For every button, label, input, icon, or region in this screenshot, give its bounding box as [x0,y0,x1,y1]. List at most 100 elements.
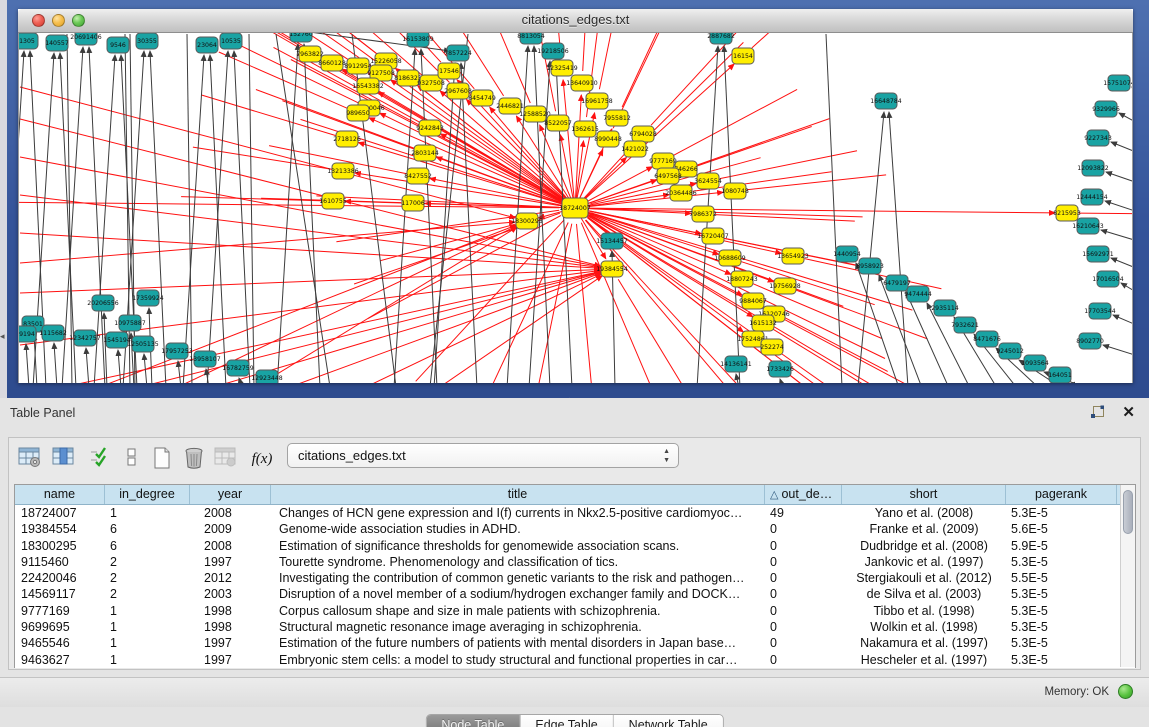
table-cell[interactable]: 1998 [190,603,271,619]
graph-node[interactable]: 8902770 [1076,333,1104,349]
graph-node[interactable]: 9242843 [416,120,444,136]
table-cell[interactable]: 1997 [190,554,271,570]
table-cell[interactable]: 18724007 [15,505,105,521]
table-cell[interactable]: 5.3E-5 [1006,505,1117,521]
table-cell[interactable]: 5.3E-5 [1006,635,1117,651]
column-header-name[interactable]: name [15,485,105,504]
table-cell[interactable]: 1 [105,603,190,619]
table-cell[interactable]: 0 [765,619,842,635]
graph-node[interactable]: 152760 [289,33,313,42]
graph-node[interactable]: 9474444 [904,286,932,302]
graph-node[interactable]: 117006 [401,195,425,211]
table-cell[interactable]: Corpus callosum shape and size in male p… [271,603,765,619]
graph-node[interactable]: 17703544 [1084,303,1116,319]
table-cell[interactable]: 0 [765,635,842,651]
graph-node[interactable]: 30355 [136,33,158,49]
table-cell[interactable]: 19384554 [15,521,105,537]
graph-node[interactable]: 1093564 [1021,355,1049,371]
column-header-short[interactable]: short [842,485,1006,504]
graph-node[interactable]: 12505135 [127,336,159,352]
graph-node[interactable]: 15692971 [1082,246,1114,262]
table-cell[interactable]: 0 [765,570,842,586]
table-cell[interactable]: Structural magnetic resonance image aver… [271,619,765,635]
graph-node[interactable]: 10688609 [714,250,746,266]
table-cell[interactable]: Estimation of the future numbers of pati… [271,635,765,651]
graph-node[interactable]: 7857224 [444,45,472,61]
tab-node-table[interactable]: Node Table [426,715,520,727]
graph-node[interactable]: 16153809 [402,33,434,47]
graph-node[interactable]: 16543382 [352,78,384,94]
graph-node[interactable]: 15134457 [596,233,628,249]
graph-node[interactable]: 9884067 [739,293,767,309]
scrollbar-thumb[interactable] [1123,490,1133,534]
table-cell[interactable]: 1 [105,505,190,521]
graph-node[interactable]: 2718126 [333,131,361,147]
graph-node[interactable]: 8454749 [468,90,496,106]
table-cell[interactable]: 6 [105,538,190,554]
graph-node[interactable]: 20364486 [665,185,697,201]
table-cell[interactable]: 2 [105,554,190,570]
memory-status-icon[interactable] [1118,684,1133,699]
graph-node[interactable]: 18724007 [559,198,591,218]
table-cell[interactable]: 9463627 [15,652,105,668]
table-cell[interactable]: Jankovic et al. (1997) [842,554,1006,570]
graph-node[interactable]: 17957253 [161,343,193,359]
table-cell[interactable]: 5.3E-5 [1006,652,1117,668]
graph-node[interactable]: 17016504 [1092,271,1124,287]
graph-node[interactable]: 16648784 [870,93,902,109]
graph-node[interactable]: 39194 [19,326,36,342]
table-cell[interactable]: 0 [765,586,842,602]
graph-node[interactable]: 8813054 [517,33,545,44]
graph-node[interactable]: 8215953 [1053,205,1081,221]
table-row[interactable]: 977716911998Corpus callosum shape and si… [15,603,1135,619]
table-cell[interactable]: 1998 [190,619,271,635]
graph-node[interactable]: 13958107 [189,351,221,367]
graph-node[interactable]: 10975887 [114,315,146,331]
table-cell[interactable]: 0 [765,538,842,554]
table-cell[interactable]: 2 [105,586,190,602]
close-panel-icon[interactable]: ✕ [1122,403,1135,421]
graph-node[interactable]: 164051 [1048,367,1072,383]
graph-node[interactable]: 9245012 [996,343,1024,359]
table-cell[interactable]: Yano et al. (2008) [842,505,1006,521]
table-cell[interactable]: Genome-wide association studies in ADHD. [271,521,765,537]
table-cell[interactable]: 5.3E-5 [1006,603,1117,619]
graph-node[interactable]: 16210643 [1072,218,1104,234]
graph-node[interactable]: 17546 [438,63,460,79]
table-cell[interactable]: 2012 [190,570,271,586]
graph-node[interactable]: 1115682 [39,325,67,341]
table-cell[interactable]: 5.3E-5 [1006,619,1117,635]
table-cell[interactable]: 2008 [190,505,271,521]
graph-node[interactable]: 6479197 [883,275,911,291]
column-header-out_de[interactable]: △out_de… [765,485,842,504]
table-cell[interactable]: Stergiakouli et al. (2012) [842,570,1006,586]
graph-node[interactable]: 12342757 [69,330,101,346]
clear-selection-icon[interactable] [117,444,147,474]
graph-node[interactable]: 9777169 [649,153,677,169]
graph-node[interactable]: 7932621 [951,317,979,333]
column-header-year[interactable]: year [190,485,271,504]
float-panel-icon[interactable] [1090,405,1105,420]
graph-node[interactable]: 16154 [732,48,754,64]
table-cell[interactable]: Changes of HCN gene expression and I(f) … [271,505,765,521]
table-row[interactable]: 1456911722003Disruption of a novel membe… [15,586,1135,602]
graph-node[interactable]: 1440954 [833,246,861,262]
table-cell[interactable]: Estimation of significance thresholds fo… [271,538,765,554]
graph-node[interactable]: 2803144 [411,145,439,161]
graph-node[interactable]: 8958923 [856,258,884,274]
graph-node[interactable]: 1305 [19,33,38,49]
table-cell[interactable]: de Silva et al. (2003) [842,586,1006,602]
table-cell[interactable]: Tibbo et al. (1998) [842,603,1006,619]
table-cell[interactable]: 2008 [190,538,271,554]
column-header-in_degree[interactable]: in_degree [105,485,190,504]
graph-node[interactable]: 1080748 [721,183,749,199]
graph-node[interactable]: 1421022 [621,141,649,157]
graph-node[interactable]: 20691406 [70,33,102,45]
table-cell[interactable]: 9465546 [15,635,105,651]
graph-node[interactable]: 8522057 [544,115,572,131]
graph-node[interactable]: 10535 [220,33,242,49]
graph-node[interactable]: 19756928 [769,278,801,294]
table-row[interactable]: 911546021997Tourette syndrome. Phenomeno… [15,554,1135,570]
table-cell[interactable]: Nakamura et al. (1997) [842,635,1006,651]
table-selector[interactable]: citations_edges.txt ▲▼ [287,443,679,468]
